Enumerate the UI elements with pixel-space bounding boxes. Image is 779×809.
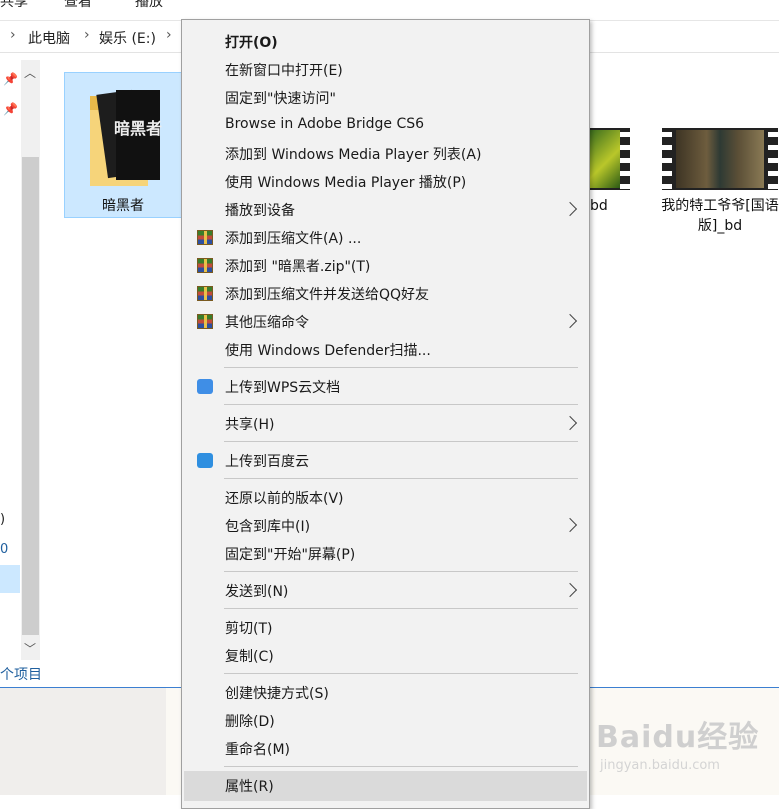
file-name: 我的特工爷爷[国语版]_bd: [661, 198, 779, 234]
menu-item-properties[interactable]: 属性(R): [184, 771, 587, 801]
winrar-icon: [197, 314, 213, 329]
video-thumbnail[interactable]: [590, 128, 630, 190]
menu-separator: [224, 367, 578, 368]
watermark-logo: Baidu经验: [596, 720, 760, 755]
wps-cloud-icon: [197, 379, 213, 394]
file-item[interactable]: 暗黑者: [66, 196, 180, 216]
menu-separator: [224, 673, 578, 674]
scroll-up-icon[interactable]: ︿: [24, 64, 36, 81]
video-thumbnail[interactable]: [662, 128, 778, 190]
menu-separator: [224, 766, 578, 767]
menu-separator: [224, 608, 578, 609]
file-item[interactable]: 我的特工爷爷[国语版]_bd: [656, 196, 779, 236]
baidu-cloud-icon: [197, 453, 213, 468]
menu-item-adobe-bridge[interactable]: Browse in Adobe Bridge CS6: [184, 111, 587, 139]
menu-separator: [224, 441, 578, 442]
menu-item-other-compress[interactable]: 其他压缩命令: [184, 307, 587, 335]
file-name: 暗黑者: [102, 198, 144, 214]
chevron-right-icon[interactable]: ›: [84, 27, 90, 43]
file-name: bd: [590, 198, 608, 214]
pin-icon[interactable]: 📌: [3, 72, 18, 86]
ribbon-tab-share[interactable]: 共享: [0, 0, 28, 11]
menu-item-upload-baidu[interactable]: 上传到百度云: [184, 446, 587, 474]
menu-item-restore-versions[interactable]: 还原以前的版本(V): [184, 483, 587, 511]
menu-item-upload-wps[interactable]: 上传到WPS云文档: [184, 372, 587, 400]
menu-item-copy[interactable]: 复制(C): [184, 641, 587, 669]
context-menu: 打开(O) 在新窗口中打开(E) 固定到"快速访问" Browse in Ado…: [181, 19, 590, 809]
menu-item-cast-to-device[interactable]: 播放到设备: [184, 195, 587, 223]
winrar-icon: [197, 286, 213, 301]
menu-item-include-library[interactable]: 包含到库中(I): [184, 511, 587, 539]
menu-item-delete[interactable]: 删除(D): [184, 706, 587, 734]
chevron-right-icon: [562, 415, 578, 431]
menu-item-send-to[interactable]: 发送到(N): [184, 576, 587, 604]
menu-item-open-new-window[interactable]: 在新窗口中打开(E): [184, 55, 587, 83]
pin-icon[interactable]: 📌: [3, 102, 18, 116]
watermark-url: jingyan.baidu.com: [600, 758, 720, 773]
menu-separator: [224, 478, 578, 479]
menu-item-defender-scan[interactable]: 使用 Windows Defender扫描...: [184, 335, 587, 363]
menu-item-cut[interactable]: 剪切(T): [184, 613, 587, 641]
menu-item-pin-quick-access[interactable]: 固定到"快速访问": [184, 83, 587, 111]
status-item-count: 个项目: [0, 667, 42, 683]
winrar-icon: [197, 230, 213, 245]
menu-item-open[interactable]: 打开(O): [184, 27, 587, 55]
menu-item-archive-send-qq[interactable]: 添加到压缩文件并发送给QQ好友: [184, 279, 587, 307]
menu-item-wmp-play[interactable]: 使用 Windows Media Player 播放(P): [184, 167, 587, 195]
chevron-right-icon: [562, 201, 578, 217]
menu-item-create-shortcut[interactable]: 创建快捷方式(S): [184, 678, 587, 706]
nav-selected-item[interactable]: [0, 565, 20, 593]
ribbon: 共享 查看 播放: [0, 0, 779, 21]
breadcrumb-drive-e[interactable]: 娱乐 (E:): [99, 28, 156, 48]
ribbon-tab-play[interactable]: 播放: [135, 0, 163, 11]
menu-item-add-to-zip[interactable]: 添加到 "暗黑者.zip"(T): [184, 251, 587, 279]
menu-item-share[interactable]: 共享(H): [184, 409, 587, 437]
scroll-down-icon[interactable]: ﹀: [24, 640, 36, 657]
folder-art-text: 暗黑者: [114, 119, 162, 138]
menu-item-wmp-add-list[interactable]: 添加到 Windows Media Player 列表(A): [184, 139, 587, 167]
nav-item-label[interactable]: 0: [0, 542, 8, 557]
menu-separator: [224, 404, 578, 405]
winrar-icon: [197, 258, 213, 273]
menu-item-pin-start[interactable]: 固定到"开始"屏幕(P): [184, 539, 587, 567]
menu-separator: [224, 571, 578, 572]
nav-scrollbar[interactable]: ︿ ﹀: [21, 60, 40, 660]
menu-item-rename[interactable]: 重命名(M): [184, 734, 587, 762]
breadcrumb-this-pc[interactable]: 此电脑: [28, 28, 70, 48]
nav-item-label[interactable]: ): [0, 512, 5, 527]
chevron-right-icon: ›: [10, 27, 16, 43]
chevron-right-icon: [562, 313, 578, 329]
chevron-right-icon: [562, 582, 578, 598]
chevron-right-icon: [562, 517, 578, 533]
menu-item-add-archive[interactable]: 添加到压缩文件(A) ...: [184, 223, 587, 251]
chevron-right-icon[interactable]: ›: [166, 27, 172, 43]
scrollbar-thumb[interactable]: [22, 157, 39, 635]
file-item[interactable]: bd: [590, 196, 620, 216]
folder-icon: 暗黑者: [88, 82, 166, 188]
ribbon-tab-view[interactable]: 查看: [64, 0, 92, 11]
